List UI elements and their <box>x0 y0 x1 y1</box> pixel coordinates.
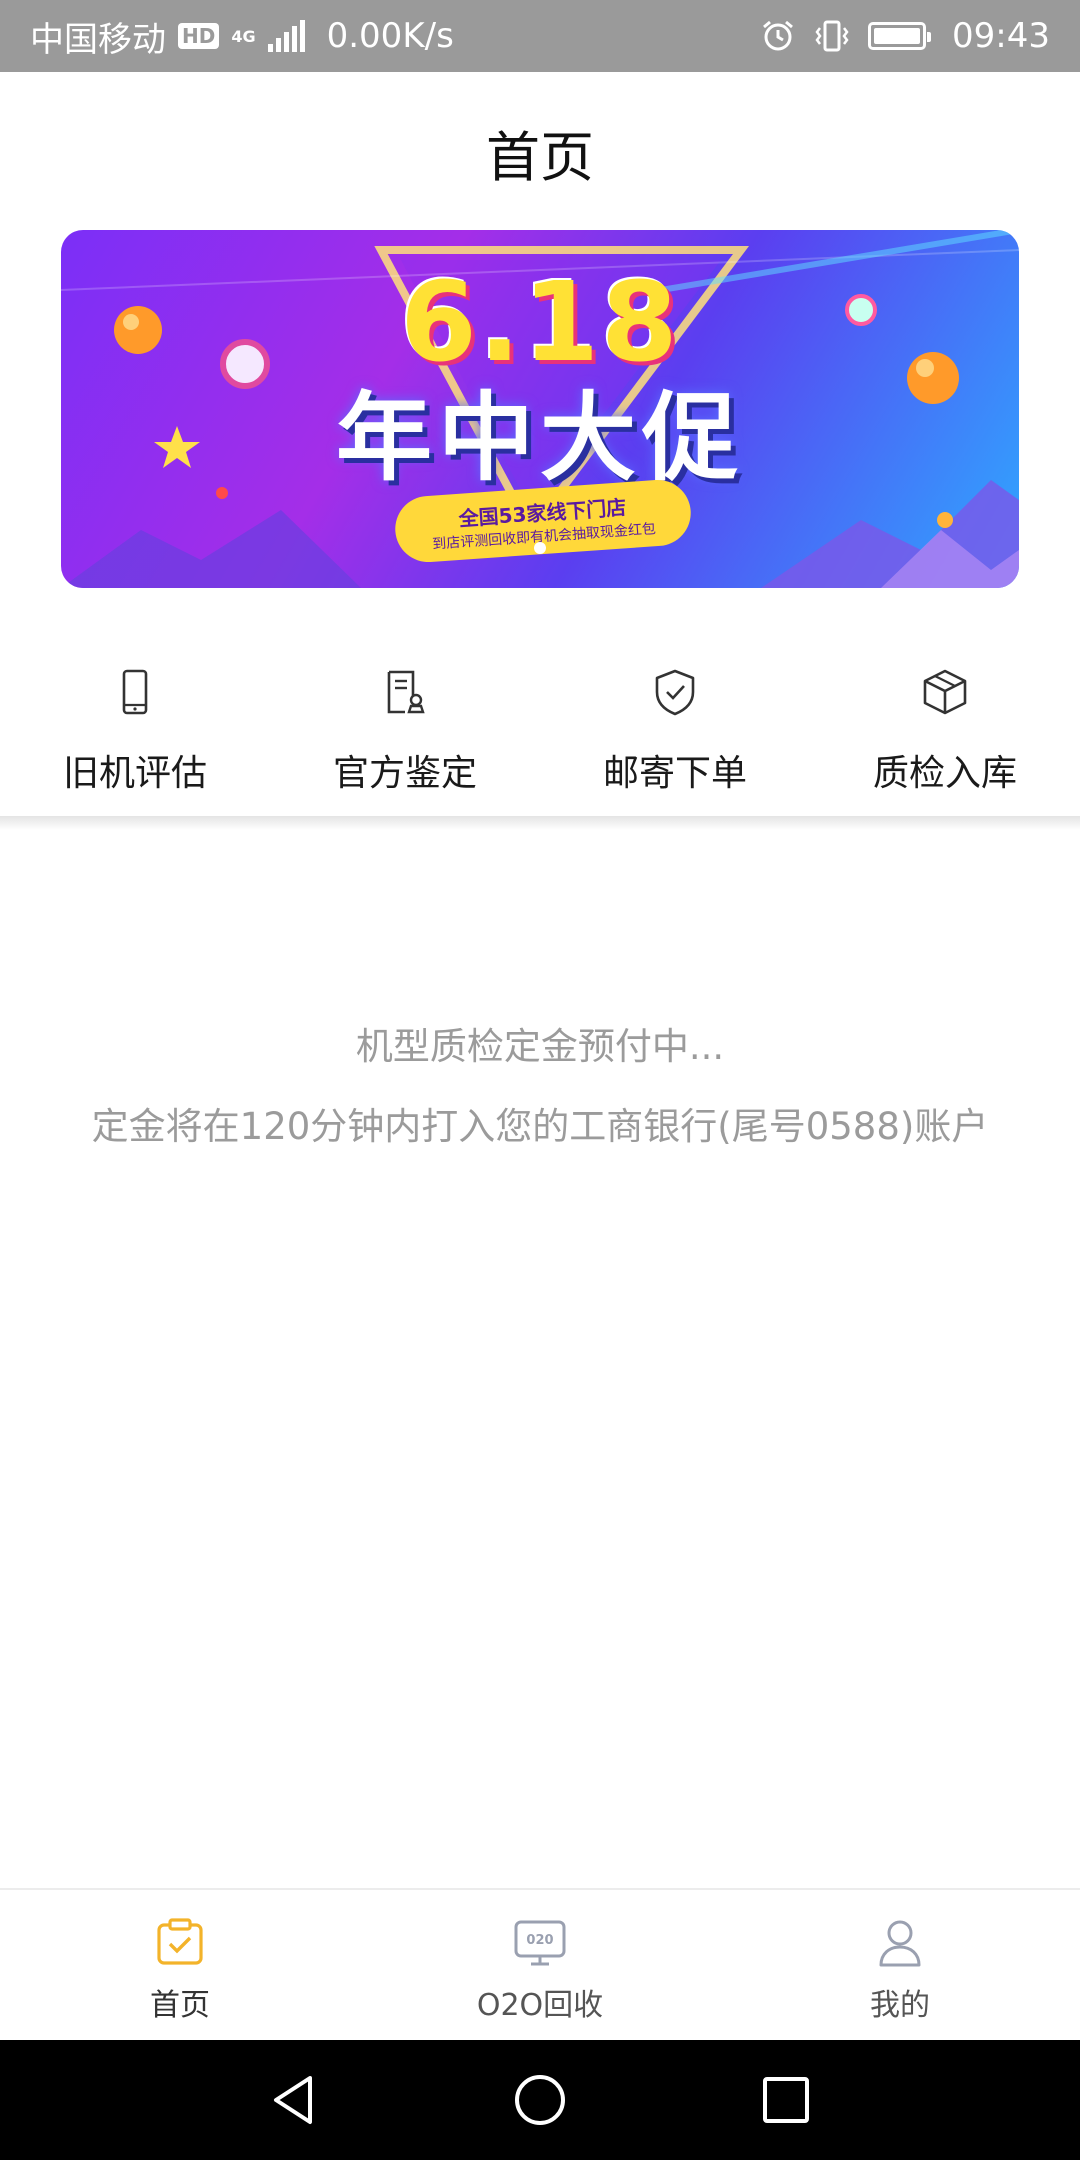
quick-action-label: 官方鉴定 <box>332 753 477 794</box>
home-circle-icon[interactable] <box>512 2072 568 2128</box>
tab-home[interactable]: 首页 <box>0 1890 360 2040</box>
banner-subheadline: 年中大促 <box>336 382 744 494</box>
signal-icon <box>267 20 305 52</box>
tab-label: 首页 <box>150 1988 210 2023</box>
recents-square-icon[interactable] <box>758 2072 814 2128</box>
tab-label: O2O回收 <box>476 1988 604 2023</box>
quick-actions: 旧机评估 官方鉴定 邮寄下单 质检入库 <box>0 640 1080 820</box>
battery-icon <box>868 22 932 50</box>
alarm-icon <box>763 20 793 51</box>
quick-action-inspection[interactable]: 质检入库 <box>810 640 1080 820</box>
clipboard-check-icon <box>157 1918 203 1965</box>
phone-icon <box>122 669 148 715</box>
deposit-status-line1: 机型质检定金预付中... <box>355 1025 725 1068</box>
shield-check-icon <box>655 669 695 716</box>
clock-time: 09:43 <box>952 16 1050 56</box>
quick-action-label: 邮寄下单 <box>602 753 747 794</box>
tab-o2o-recycle[interactable]: 020 O2O回收 <box>360 1890 720 2040</box>
system-nav-bar <box>0 2040 1080 2160</box>
deposit-status-message: 机型质检定金预付中... 定金将在120分钟内打入您的工商银行(尾号0588)账… <box>0 1016 1080 1150</box>
vibrate-icon <box>815 20 849 52</box>
status-bar: 中国移动 HD 4G 0.00K/s 09:43 <box>0 0 1080 72</box>
o2o-monitor-icon: 020 <box>514 1920 566 1966</box>
status-right: 09:43 <box>760 16 1050 56</box>
svg-text:020: 020 <box>526 1933 553 1948</box>
quick-action-label: 质检入库 <box>872 753 1017 794</box>
hd-badge: HD <box>178 23 220 49</box>
carrier-name: 中国移动 <box>30 19 166 60</box>
network-type: 4G <box>231 26 256 46</box>
quick-action-mail-order[interactable]: 邮寄下单 <box>540 640 810 820</box>
deposit-status-line2: 定金将在120分钟内打入您的工商银行(尾号0588)账户 <box>91 1105 989 1148</box>
person-icon <box>879 1920 921 1967</box>
status-left: 中国移动 HD 4G 0.00K/s <box>30 12 454 61</box>
tab-mine[interactable]: 我的 <box>720 1890 1080 2040</box>
quick-action-evaluate[interactable]: 旧机评估 <box>0 640 270 820</box>
section-divider <box>0 816 1080 830</box>
app-header: 首页 <box>0 72 1080 232</box>
certificate-icon <box>387 670 425 714</box>
promo-banner[interactable]: 6.18 年中大促 全国53家线下门店 到店评测回收即有机会抽取现金红包 <box>61 230 1019 588</box>
quick-action-authenticate[interactable]: 官方鉴定 <box>270 640 540 820</box>
tab-label: 我的 <box>870 1988 930 2023</box>
page-title: 首页 <box>486 125 594 189</box>
network-speed: 0.00K/s <box>326 16 454 56</box>
quick-action-label: 旧机评估 <box>62 753 207 794</box>
bottom-tab-bar: 首页 020 O2O回收 我的 <box>0 1888 1080 2040</box>
banner-page-indicator <box>534 542 546 554</box>
box-icon <box>923 669 967 715</box>
back-icon[interactable] <box>266 2072 322 2128</box>
